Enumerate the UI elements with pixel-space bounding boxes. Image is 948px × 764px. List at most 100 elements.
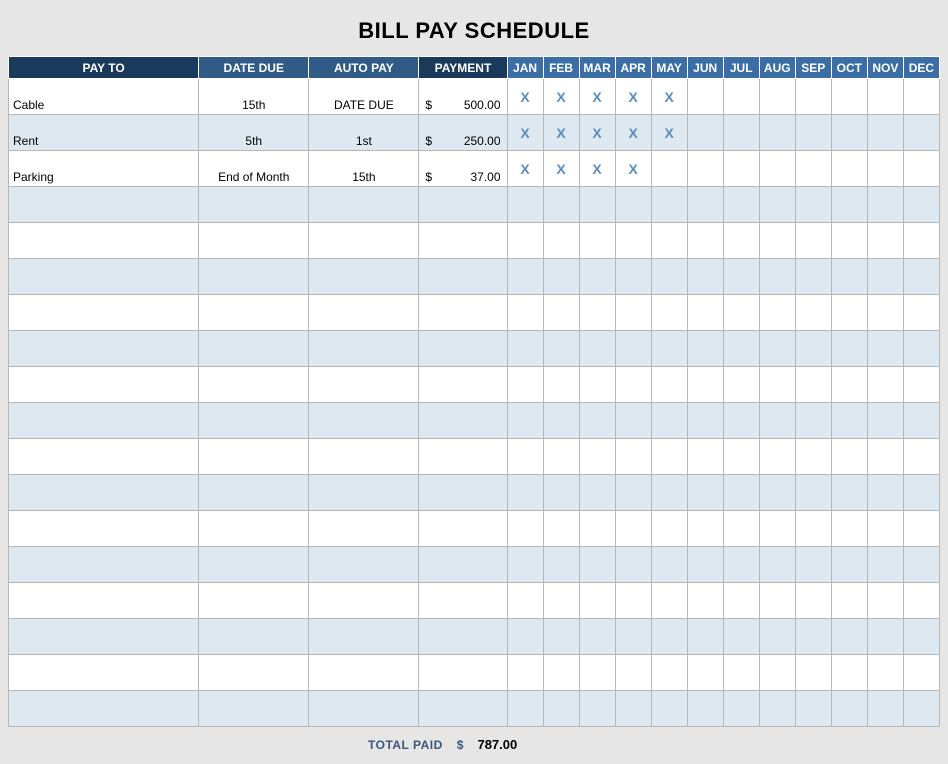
cell-month[interactable] [723, 619, 759, 655]
cell-month[interactable] [687, 187, 723, 223]
cell-month[interactable] [867, 439, 903, 475]
cell-month[interactable] [831, 295, 867, 331]
cell-month[interactable] [651, 619, 687, 655]
cell-month[interactable] [903, 151, 939, 187]
cell-payto[interactable] [9, 187, 199, 223]
cell-month[interactable] [723, 79, 759, 115]
cell-payment[interactable] [419, 583, 507, 619]
cell-month[interactable] [831, 691, 867, 727]
cell-month[interactable] [723, 151, 759, 187]
cell-month[interactable]: X [615, 79, 651, 115]
cell-month[interactable] [507, 295, 543, 331]
cell-month[interactable] [903, 79, 939, 115]
cell-month[interactable] [795, 151, 831, 187]
cell-month[interactable] [795, 691, 831, 727]
cell-auto-pay[interactable] [309, 511, 419, 547]
cell-month[interactable] [903, 295, 939, 331]
cell-month[interactable] [507, 403, 543, 439]
cell-month[interactable] [759, 655, 795, 691]
cell-month[interactable] [651, 475, 687, 511]
cell-month[interactable] [543, 187, 579, 223]
cell-month[interactable] [795, 511, 831, 547]
cell-month[interactable] [579, 475, 615, 511]
cell-month[interactable] [543, 583, 579, 619]
cell-month[interactable] [795, 619, 831, 655]
cell-month[interactable] [795, 295, 831, 331]
cell-month[interactable] [651, 187, 687, 223]
cell-month[interactable] [831, 187, 867, 223]
cell-payto[interactable] [9, 439, 199, 475]
cell-payto[interactable] [9, 511, 199, 547]
cell-month[interactable] [615, 619, 651, 655]
cell-month[interactable] [507, 583, 543, 619]
cell-month[interactable] [759, 583, 795, 619]
cell-payment[interactable] [419, 187, 507, 223]
cell-month[interactable] [651, 331, 687, 367]
cell-month[interactable] [723, 511, 759, 547]
cell-payment[interactable] [419, 439, 507, 475]
cell-payment[interactable] [419, 223, 507, 259]
cell-month[interactable] [615, 547, 651, 583]
cell-month[interactable] [795, 367, 831, 403]
cell-month[interactable] [687, 511, 723, 547]
cell-month[interactable] [507, 547, 543, 583]
cell-month[interactable] [579, 223, 615, 259]
cell-month[interactable] [831, 619, 867, 655]
cell-month[interactable] [723, 475, 759, 511]
cell-month[interactable] [687, 331, 723, 367]
cell-month[interactable] [687, 691, 723, 727]
cell-payment[interactable] [419, 331, 507, 367]
cell-month[interactable] [903, 439, 939, 475]
cell-date-due[interactable] [199, 655, 309, 691]
cell-month[interactable] [831, 511, 867, 547]
cell-auto-pay[interactable] [309, 655, 419, 691]
cell-month[interactable] [903, 547, 939, 583]
cell-month[interactable] [723, 583, 759, 619]
cell-auto-pay[interactable] [309, 619, 419, 655]
cell-month[interactable] [759, 115, 795, 151]
cell-date-due[interactable] [199, 367, 309, 403]
cell-month[interactable] [507, 223, 543, 259]
cell-date-due[interactable] [199, 547, 309, 583]
cell-payto[interactable] [9, 223, 199, 259]
cell-month[interactable] [723, 115, 759, 151]
cell-month[interactable] [687, 583, 723, 619]
cell-month[interactable]: X [579, 151, 615, 187]
cell-month[interactable] [687, 79, 723, 115]
cell-month[interactable] [651, 655, 687, 691]
cell-month[interactable] [615, 259, 651, 295]
cell-month[interactable] [615, 331, 651, 367]
cell-month[interactable] [507, 691, 543, 727]
cell-month[interactable] [687, 439, 723, 475]
cell-month[interactable] [867, 187, 903, 223]
cell-month[interactable]: X [579, 79, 615, 115]
cell-auto-pay[interactable]: 1st [309, 115, 419, 151]
cell-month[interactable] [759, 547, 795, 583]
cell-auto-pay[interactable] [309, 331, 419, 367]
cell-month[interactable] [579, 295, 615, 331]
cell-month[interactable] [867, 691, 903, 727]
cell-auto-pay[interactable] [309, 439, 419, 475]
cell-month[interactable] [579, 331, 615, 367]
cell-month[interactable] [867, 403, 903, 439]
cell-auto-pay[interactable] [309, 295, 419, 331]
cell-payment[interactable] [419, 619, 507, 655]
cell-month[interactable] [831, 547, 867, 583]
cell-month[interactable] [903, 367, 939, 403]
cell-payment[interactable] [419, 403, 507, 439]
cell-month[interactable] [543, 511, 579, 547]
cell-payto[interactable]: Cable [9, 79, 199, 115]
cell-month[interactable] [543, 475, 579, 511]
cell-date-due[interactable] [199, 403, 309, 439]
cell-month[interactable] [867, 115, 903, 151]
cell-payto[interactable]: Rent [9, 115, 199, 151]
cell-month[interactable] [831, 475, 867, 511]
cell-month[interactable] [903, 115, 939, 151]
cell-payment[interactable] [419, 691, 507, 727]
cell-date-due[interactable]: End of Month [199, 151, 309, 187]
cell-month[interactable] [831, 655, 867, 691]
cell-month[interactable] [831, 583, 867, 619]
cell-month[interactable] [651, 259, 687, 295]
cell-month[interactable] [687, 619, 723, 655]
cell-month[interactable] [723, 331, 759, 367]
